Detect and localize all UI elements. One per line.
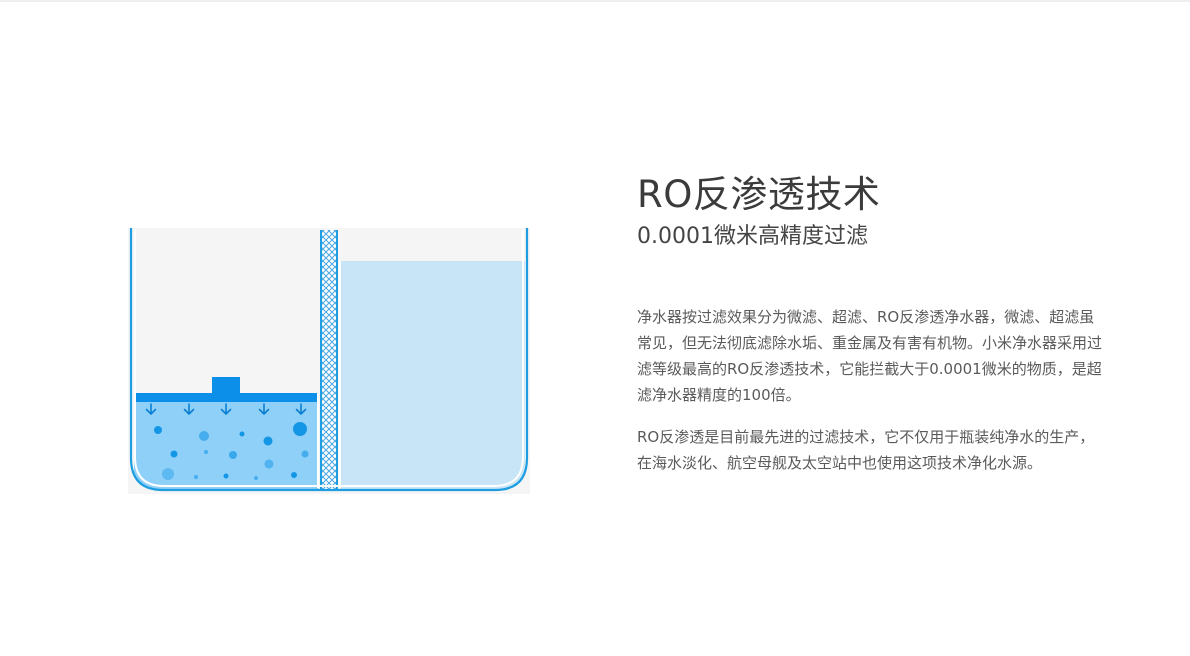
piston-plate bbox=[135, 393, 317, 402]
clean-water bbox=[340, 261, 525, 490]
ro-membrane-diagram-icon bbox=[128, 228, 530, 494]
piston-handle bbox=[212, 377, 240, 394]
feature-description: RO反渗透技术 0.0001微米高精度过滤 净水器按过滤效果分为微滤、超滤、RO… bbox=[637, 172, 1107, 476]
feature-subtitle: 0.0001微米高精度过滤 bbox=[637, 224, 868, 249]
top-divider bbox=[0, 0, 1190, 2]
ro-membrane-illustration bbox=[128, 228, 530, 494]
ro-membrane bbox=[322, 230, 336, 491]
description-paragraph: RO反渗透是目前最先进的过滤技术，它不仅用于瓶装纯净水的生产，在海水淡化、航空母… bbox=[637, 428, 1095, 472]
feature-title: RO反渗透技术 bbox=[637, 173, 881, 216]
description-paragraph: 净水器按过滤效果分为微滤、超滤、RO反渗透净水器，微滤、超滤虽常见，但无法彻底滤… bbox=[637, 308, 1103, 404]
